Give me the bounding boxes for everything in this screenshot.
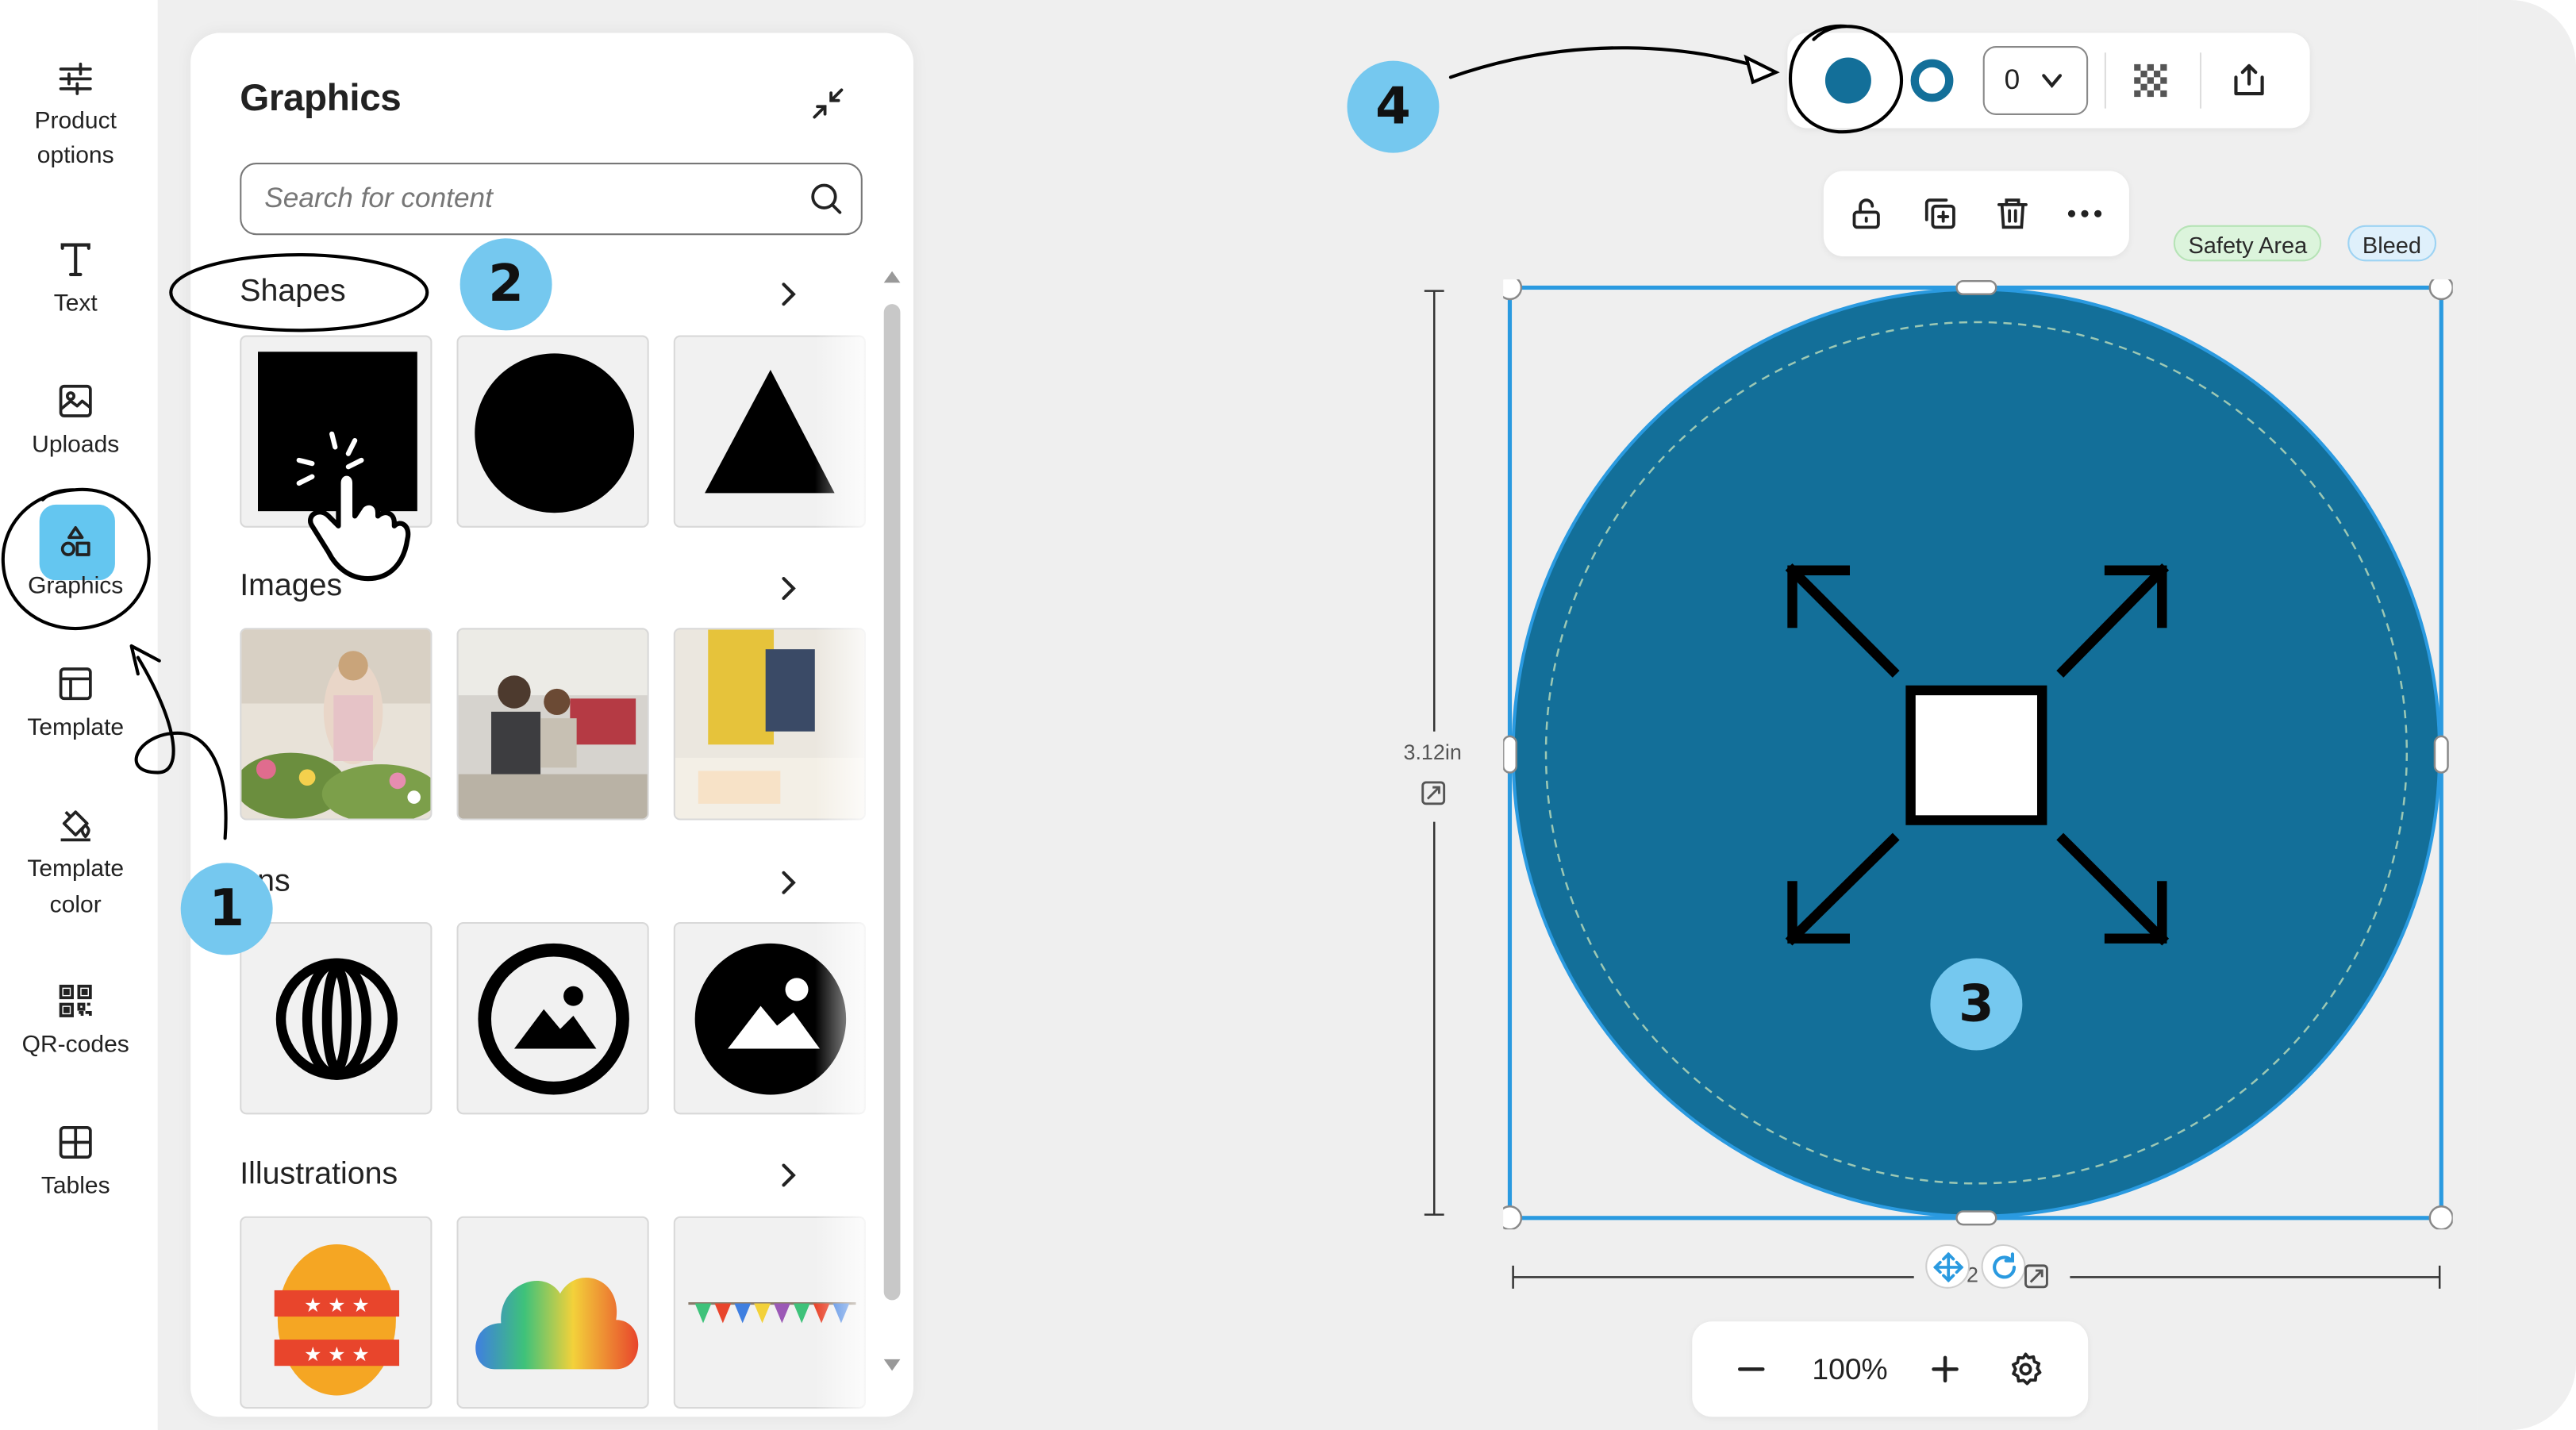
zoom-in-icon[interactable]: [1930, 1355, 1959, 1384]
bleed-badge[interactable]: Bleed: [2347, 225, 2436, 262]
sidebar-item-template-color[interactable]: Template color: [0, 805, 151, 924]
florist-photo: [241, 629, 431, 819]
sidebar-item-qr-codes[interactable]: QR-codes: [0, 982, 151, 1064]
edit-dimension-icon[interactable]: [1420, 779, 1448, 807]
sidebar-item-graphics[interactable]: Graphics: [0, 523, 151, 605]
circle-shape: [475, 353, 635, 513]
shape-circle-thumb[interactable]: [456, 335, 649, 528]
easter-egg-illustration: ★ ★ ★ ★ ★ ★: [274, 1244, 400, 1396]
safety-area-badge[interactable]: Safety Area: [2173, 225, 2322, 262]
settings-gear-icon[interactable]: [2008, 1351, 2044, 1388]
sidebar-item-label: Uploads: [32, 432, 120, 459]
callout-badge-3: 3: [1930, 958, 2023, 1051]
svg-text:★ ★ ★: ★ ★ ★: [304, 1294, 370, 1317]
stroke-width-select[interactable]: 0: [1982, 45, 2089, 115]
stroke-color-swatch[interactable]: [1910, 59, 1954, 102]
icon-thumb-globe[interactable]: [240, 921, 433, 1115]
canvas-edge: [2477, 0, 2576, 1430]
move-icon: [1933, 1251, 1964, 1283]
callout-badge-1: 1: [180, 863, 273, 955]
more-icon[interactable]: [2067, 207, 2103, 221]
scroll-down-icon[interactable]: [881, 1358, 904, 1374]
section-title-shapes[interactable]: Shapes: [240, 275, 345, 311]
style-toolbar: 0: [1787, 33, 2310, 129]
duplicate-icon[interactable]: [1920, 195, 1960, 232]
share-icon[interactable]: [2229, 61, 2269, 101]
graphics-panel: Graphics Shapes Images: [190, 33, 914, 1417]
sidebar-item-uploads[interactable]: Uploads: [0, 382, 151, 464]
edit-dimension-icon[interactable]: [2022, 1263, 2050, 1290]
sidebar-item-template[interactable]: Template: [0, 664, 151, 747]
rotate-icon: [1993, 1252, 2017, 1279]
abstract-globe-icon: [275, 958, 398, 1080]
paint-bucket-icon: [60, 810, 90, 842]
stroke-width-value: 0: [2004, 63, 2020, 96]
svg-text:★ ★ ★: ★ ★ ★: [304, 1343, 370, 1366]
unlock-icon[interactable]: [1848, 195, 1885, 232]
scroll-up-icon[interactable]: [881, 268, 904, 285]
rainbow-cloud-illustration: [475, 1277, 639, 1370]
move-handle[interactable]: [1925, 1244, 1970, 1289]
image-circle-icon: [478, 943, 629, 1095]
toolbar-divider: [2104, 52, 2106, 109]
sidebar-item-text[interactable]: Text: [0, 240, 151, 322]
rotate-handle[interactable]: [1981, 1244, 2026, 1289]
chevron-right-icon[interactable]: [775, 281, 802, 307]
sidebar-item-label: Product options: [34, 108, 117, 170]
hand-cursor-icon: [296, 431, 411, 582]
shapes-icon: [60, 526, 90, 556]
overflow-fade: [814, 329, 881, 1414]
scrollbar-thumb[interactable]: [883, 304, 901, 1301]
sliders-icon: [59, 62, 92, 95]
image-thumb-florist[interactable]: [240, 628, 433, 821]
expand-arrows-icon: [1785, 563, 2170, 946]
sidebar-item-label: QR-codes: [21, 1032, 129, 1059]
zoom-out-icon[interactable]: [1736, 1355, 1766, 1384]
chevron-right-icon[interactable]: [775, 1162, 802, 1188]
callout-badge-4: 4: [1347, 60, 1440, 153]
trash-icon[interactable]: [1994, 195, 2031, 232]
table-icon: [59, 1126, 92, 1159]
height-label: 3.12in: [1403, 740, 1462, 765]
sidebar-item-label: Template: [27, 714, 125, 742]
panel-title: Graphics: [240, 75, 402, 119]
search-field[interactable]: [240, 163, 863, 236]
chevron-down-icon: [2042, 74, 2063, 88]
callout-badge-2: 2: [459, 238, 552, 331]
zoom-toolbar: 100%: [1692, 1321, 2089, 1417]
sidebar-item-label: Template color: [27, 856, 125, 919]
app-root: Product options Text Uploads Graphics Te…: [0, 0, 2576, 1430]
qr-code-icon: [59, 984, 92, 1017]
illustration-thumb-cloud[interactable]: [456, 1216, 649, 1409]
collapse-icon[interactable]: [810, 86, 847, 122]
sidebar-item-label: Graphics: [28, 573, 124, 601]
element-toolbar: [1823, 171, 2129, 257]
office-photo: [458, 629, 648, 819]
sidebar-item-product-options[interactable]: Product options: [0, 60, 151, 175]
sidebar-item-label: Tables: [40, 1173, 110, 1201]
sidebar-item-label: Text: [53, 290, 98, 317]
icon-thumb-image-outline[interactable]: [456, 921, 649, 1115]
fill-color-swatch[interactable]: [1824, 57, 1871, 104]
text-icon: [60, 243, 90, 276]
search-input[interactable]: [264, 177, 790, 221]
transparency-icon[interactable]: [2134, 63, 2167, 98]
section-title-illustrations[interactable]: Illustrations: [240, 1157, 398, 1194]
zoom-value[interactable]: 100%: [1812, 1353, 1887, 1387]
image-icon: [59, 384, 92, 417]
chevron-right-icon[interactable]: [775, 575, 802, 602]
image-thumb-office[interactable]: [456, 628, 649, 821]
template-icon: [59, 667, 92, 701]
illustration-thumb-egg[interactable]: ★ ★ ★ ★ ★ ★: [240, 1216, 433, 1409]
toolbar-divider: [2199, 52, 2202, 109]
chevron-right-icon[interactable]: [775, 870, 802, 896]
search-icon[interactable]: [809, 181, 845, 217]
sidebar-item-tables[interactable]: Tables: [0, 1123, 151, 1205]
